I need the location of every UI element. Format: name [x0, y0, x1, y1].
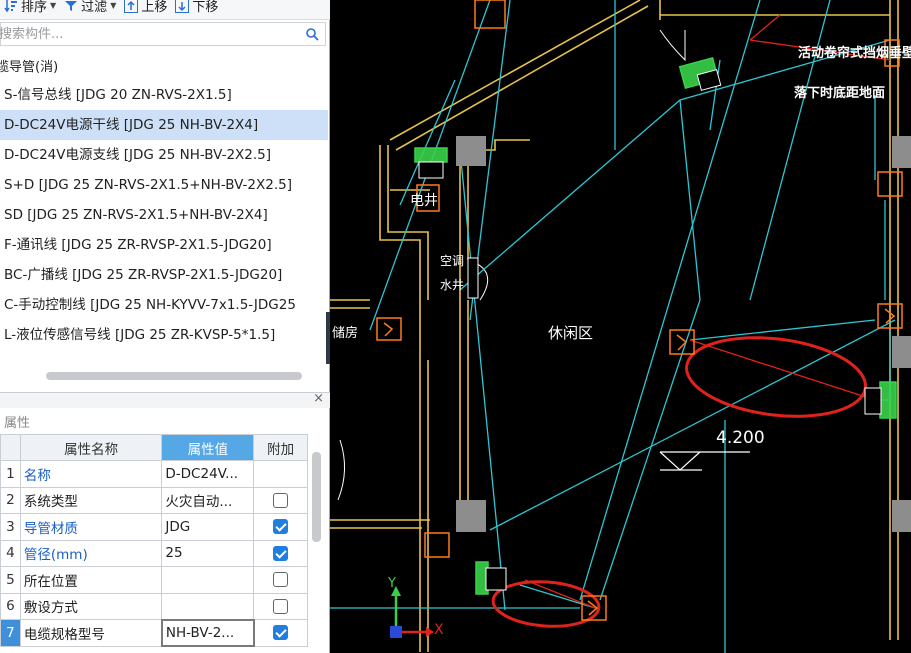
- filter-button[interactable]: 过滤 ▼: [60, 0, 120, 16]
- tree-item[interactable]: F-通讯线 [JDG 25 ZR-RVSP-2X1.5-JDG20]: [0, 230, 328, 260]
- sort-icon: [4, 0, 17, 12]
- row-number: 5: [0, 566, 21, 594]
- electric-well-label: 电井: [410, 193, 438, 209]
- door-swings: [337, 29, 686, 501]
- row-number: 3: [0, 513, 21, 541]
- property-row[interactable]: 5 所在位置: [0, 566, 308, 594]
- properties-header: ×: [0, 391, 330, 408]
- attach-checkbox[interactable]: [273, 625, 289, 641]
- property-row[interactable]: 1 名称 D-DC24V...: [0, 460, 308, 488]
- sort-dropdown-icon: ▼: [50, 1, 57, 10]
- property-extra-header[interactable]: 附加: [253, 434, 308, 461]
- property-value[interactable]: JDG: [161, 513, 255, 541]
- property-name: 名称: [19, 460, 163, 488]
- property-value-header[interactable]: 属性值: [161, 434, 255, 461]
- property-value[interactable]: 25: [161, 539, 255, 567]
- drawing-canvas[interactable]: 活动卷帘式挡烟垂壁 落下时底距地面 电井 空调 水井 休闲区 储房 4.200 …: [330, 0, 911, 653]
- tree-item[interactable]: S-信号总线 [JDG 20 ZN-RVS-2X1.5]: [0, 80, 328, 110]
- property-extra: [253, 513, 308, 541]
- row-number: 2: [0, 486, 21, 514]
- x-axis-label: X: [434, 622, 444, 638]
- property-name: 所在位置: [19, 566, 163, 594]
- tree-item[interactable]: D-DC24V电源干线 [JDG 25 NH-BV-2X4]: [0, 110, 328, 140]
- property-extra: [253, 486, 308, 514]
- property-name: 管径(mm): [19, 539, 163, 567]
- property-extra: [253, 619, 308, 647]
- row-number: 6: [0, 592, 21, 620]
- row-number: 1: [0, 460, 21, 488]
- structural-columns: [456, 136, 911, 532]
- component-tree: S-信号总线 [JDG 20 ZN-RVS-2X1.5] D-DC24V电源干线 …: [0, 80, 328, 350]
- attach-checkbox[interactable]: [273, 598, 289, 614]
- move-down-label: 下移: [192, 0, 219, 15]
- close-icon[interactable]: ×: [313, 391, 324, 406]
- storage-room-label: 储房: [332, 326, 359, 341]
- sort-label: 排序: [21, 0, 48, 15]
- property-row[interactable]: 2 系统类型 火灾自动...: [0, 486, 308, 514]
- row-number: 4: [0, 539, 21, 567]
- property-extra: [253, 592, 308, 620]
- filter-label: 过滤: [81, 0, 108, 15]
- ac-well-label-top: 空调: [440, 254, 465, 268]
- property-extra: [253, 539, 308, 567]
- move-up-label: 上移: [141, 0, 168, 15]
- property-name: 敷设方式: [19, 592, 163, 620]
- filter-icon: [65, 0, 78, 11]
- elevation-label: 4.200: [716, 428, 765, 448]
- component-panel: 排序 ▼ 过滤 ▼ 上移 下移 搜索构件... 缆导管(消) S-信号总线 [J…: [0, 0, 330, 653]
- properties-table: 属性名称 属性值 附加 1 名称 D-DC24V... 2 系统类型 火灾自动... 3 导管…: [0, 434, 308, 647]
- row-number: 7: [0, 619, 21, 647]
- arrow-down-icon: [175, 0, 190, 13]
- row-number-header: [0, 434, 21, 461]
- property-row[interactable]: 6 敷设方式: [0, 592, 308, 620]
- y-axis-label: Y: [388, 576, 396, 591]
- property-value[interactable]: 火灾自动...: [161, 486, 255, 514]
- property-row[interactable]: 7 电缆规格型号 NH-BV-2...: [0, 618, 308, 647]
- property-extra: [253, 566, 308, 594]
- ac-well-label-bottom: 水井: [440, 278, 465, 292]
- property-value[interactable]: [161, 592, 255, 620]
- attach-checkbox[interactable]: [273, 572, 289, 588]
- property-row[interactable]: 4 管径(mm) 25: [0, 539, 308, 567]
- lounge-area-label: 休闲区: [548, 324, 594, 342]
- property-extra: [253, 460, 308, 488]
- search-icon[interactable]: [305, 27, 319, 41]
- property-name: 电缆规格型号: [19, 619, 163, 647]
- tree-item[interactable]: D-DC24V电源支线 [JDG 25 NH-BV-2X2.5]: [0, 140, 328, 170]
- toolbar: 排序 ▼ 过滤 ▼ 上移 下移: [0, 0, 330, 20]
- property-name: 系统类型: [19, 486, 163, 514]
- move-up-button[interactable]: 上移: [120, 0, 171, 16]
- device-symbols: [418, 69, 882, 591]
- floor-clearance-label: 落下时底距地面: [794, 86, 886, 101]
- properties-title: 属性: [4, 416, 31, 431]
- annotation-ellipse-right: [685, 336, 867, 418]
- property-value[interactable]: D-DC24V...: [161, 460, 255, 488]
- tree-item[interactable]: S+D [JDG 25 ZN-RVS-2X1.5+NH-BV-2X2.5]: [0, 170, 328, 200]
- shutter-label: 活动卷帘式挡烟垂壁: [798, 46, 911, 61]
- attach-checkbox[interactable]: [273, 545, 289, 561]
- sort-button[interactable]: 排序 ▼: [0, 0, 60, 16]
- tree-group-label[interactable]: 缆导管(消): [0, 56, 58, 75]
- properties-scrollbar[interactable]: [312, 452, 321, 542]
- property-value[interactable]: [161, 566, 255, 594]
- tree-item[interactable]: L-液位传感信号线 [JDG 25 ZR-KVSP-5*1.5]: [0, 320, 328, 350]
- tree-item[interactable]: BC-广播线 [JDG 25 ZR-RVSP-2X1.5-JDG20]: [0, 260, 328, 290]
- property-name: 导管材质: [19, 513, 163, 541]
- attach-checkbox[interactable]: [273, 492, 289, 508]
- property-row[interactable]: 3 导管材质 JDG: [0, 513, 308, 541]
- highlighted-cable: [524, 14, 891, 609]
- search-input[interactable]: [0, 23, 299, 45]
- property-value[interactable]: NH-BV-2...: [160, 618, 255, 647]
- search-box: [0, 22, 326, 46]
- arrow-up-icon: [124, 0, 139, 13]
- move-down-button[interactable]: 下移: [171, 0, 222, 16]
- elevation-mark: [659, 451, 750, 471]
- filter-dropdown-icon: ▼: [110, 1, 117, 10]
- tree-item[interactable]: SD [JDG 25 ZN-RVS-2X1.5+NH-BV-2X4]: [0, 200, 328, 230]
- property-name-header[interactable]: 属性名称: [19, 434, 163, 461]
- attach-checkbox[interactable]: [273, 519, 289, 535]
- tree-item[interactable]: C-手动控制线 [JDG 25 NH-KYVV-7x1.5-JDG25: [0, 290, 328, 320]
- horizontal-scrollbar[interactable]: [46, 372, 302, 380]
